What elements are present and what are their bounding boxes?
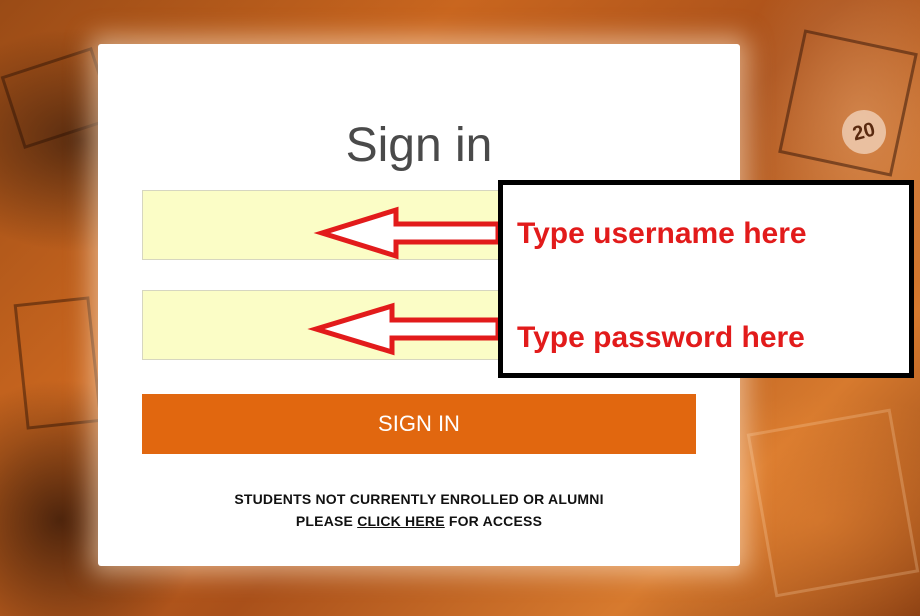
- username-arrow-icon: [313, 206, 501, 260]
- access-notice-suffix: FOR ACCESS: [448, 513, 543, 529]
- background-frame: [13, 296, 103, 430]
- access-notice: STUDENTS NOT CURRENTLY ENROLLED OR ALUMN…: [98, 488, 740, 532]
- access-notice-line1: STUDENTS NOT CURRENTLY ENROLLED OR ALUMN…: [234, 491, 604, 507]
- page-title: Sign in: [345, 119, 493, 172]
- background-frame: [746, 408, 920, 598]
- username-hint: Type username here: [517, 217, 807, 250]
- sign-in-button[interactable]: SIGN IN: [142, 394, 696, 454]
- password-arrow-icon: [307, 302, 501, 356]
- access-notice-line2: PLEASE CLICK HERE FOR ACCESS: [98, 510, 740, 532]
- click-here-link[interactable]: CLICK HERE: [357, 513, 445, 529]
- background-frame: [778, 29, 918, 177]
- annotation-callout: Type username here Type password here: [498, 180, 914, 378]
- password-hint: Type password here: [517, 321, 805, 354]
- access-notice-prefix: PLEASE: [295, 513, 354, 529]
